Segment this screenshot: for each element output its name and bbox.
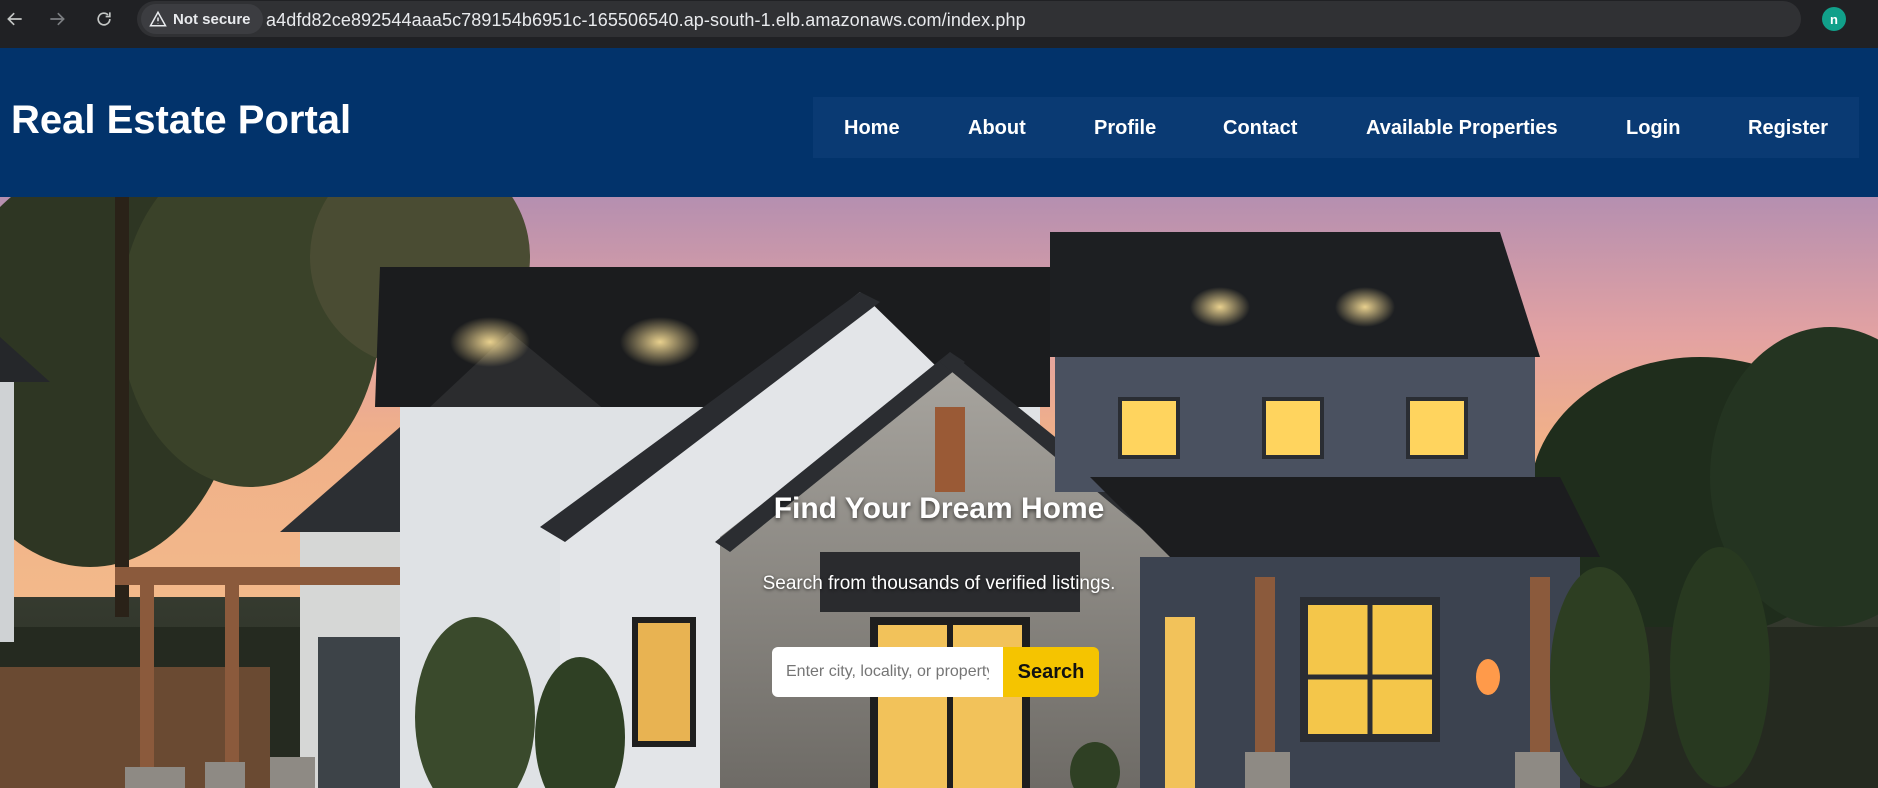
security-chip[interactable]: Not secure <box>141 4 263 34</box>
reload-icon[interactable] <box>91 6 117 32</box>
chrome-divider <box>0 38 1878 48</box>
profile-avatar[interactable]: n <box>1822 7 1846 31</box>
security-label: Not secure <box>173 10 251 28</box>
search-button[interactable]: Search <box>1003 647 1099 697</box>
search-input[interactable] <box>772 647 1003 697</box>
search-form: Search <box>772 647 1099 697</box>
site-header: Real Estate Portal Home About Profile Co… <box>0 48 1878 197</box>
nav-link-about[interactable]: About <box>968 117 1026 140</box>
hero-section: Find Your Dream Home Search from thousan… <box>0 197 1878 788</box>
warning-icon <box>149 10 167 27</box>
site-title[interactable]: Real Estate Portal <box>11 98 351 143</box>
nav-link-register[interactable]: Register <box>1748 117 1828 140</box>
hero-subtitle: Search from thousands of verified listin… <box>762 573 1116 594</box>
nav-link-available-properties[interactable]: Available Properties <box>1366 117 1558 140</box>
main-nav: Home About Profile Contact Available Pro… <box>813 97 1859 158</box>
nav-link-home[interactable]: Home <box>844 117 900 140</box>
address-bar[interactable]: Not secure a4dfd82ce892544aaa5c789154b69… <box>137 1 1801 37</box>
forward-arrow-icon[interactable] <box>44 6 70 32</box>
back-arrow-icon[interactable] <box>2 6 28 32</box>
nav-link-profile[interactable]: Profile <box>1094 117 1156 140</box>
url-text[interactable]: a4dfd82ce892544aaa5c789154b6951c-1655065… <box>266 10 1026 31</box>
hero-title: Find Your Dream Home <box>773 492 1105 525</box>
nav-link-login[interactable]: Login <box>1626 117 1680 140</box>
browser-toolbar: Not secure a4dfd82ce892544aaa5c789154b69… <box>0 0 1878 38</box>
hero-content: Find Your Dream Home Search from thousan… <box>0 197 1878 788</box>
nav-link-contact[interactable]: Contact <box>1223 117 1297 140</box>
